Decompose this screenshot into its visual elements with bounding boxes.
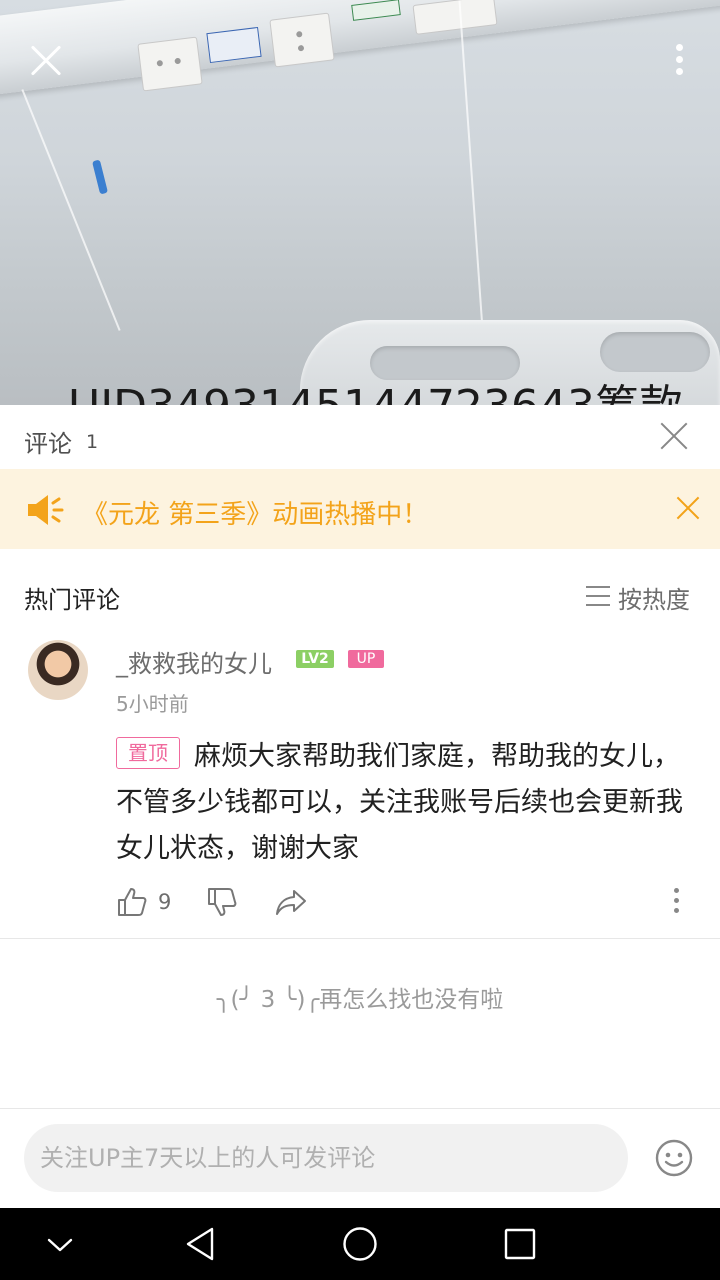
video-player[interactable]: UID3493145144723643筹款 — [0, 0, 720, 405]
up-badge: UP — [348, 650, 384, 668]
home-icon[interactable] — [342, 1226, 378, 1262]
avatar[interactable] — [28, 640, 88, 700]
iv-clamp — [92, 159, 108, 195]
back-icon[interactable] — [184, 1226, 216, 1262]
comment-panel-header — [0, 405, 720, 469]
thumbs-up-icon[interactable] — [116, 886, 148, 918]
comment-more-icon[interactable] — [672, 888, 680, 918]
close-icon[interactable] — [26, 40, 66, 80]
comment-time: 5小时前 — [116, 692, 189, 716]
hot-comments-title: 热门评论 — [24, 586, 120, 614]
comment-title: 评论 — [24, 430, 72, 458]
sort-button[interactable]: 按热度 — [618, 580, 690, 615]
comment-text: 麻烦大家帮助我们家庭，帮助我的女儿，不管多少钱都可以，关注我账号后续也会更新我女… — [116, 741, 683, 864]
emoji-icon[interactable] — [654, 1138, 694, 1178]
comment-username[interactable]: _救救我的女儿 — [116, 644, 272, 679]
video-watermark: UID3493145144723643筹款 — [68, 370, 683, 405]
speaker-icon — [28, 495, 64, 525]
more-vertical-icon[interactable] — [674, 44, 684, 78]
comment-input[interactable] — [24, 1124, 628, 1192]
level-badge: LV2 — [296, 650, 334, 668]
wall-socket — [137, 36, 203, 92]
like-count: 9 — [158, 890, 172, 914]
wall-socket — [269, 12, 335, 68]
chevron-down-icon[interactable] — [46, 1236, 74, 1254]
comment-count: 1 — [86, 431, 99, 453]
recents-icon[interactable] — [504, 1228, 536, 1260]
divider — [0, 938, 720, 939]
system-nav-bar — [0, 1208, 720, 1280]
iv-tube — [458, 0, 484, 330]
share-icon[interactable] — [274, 886, 308, 918]
sort-list-icon[interactable] — [586, 586, 610, 606]
close-comments-icon[interactable] — [660, 422, 688, 450]
pinned-badge: 置顶 — [116, 737, 180, 769]
divider — [0, 1108, 720, 1109]
end-of-list-message: ╮(╯ 3 ╰)╭再怎么找也没有啦 — [216, 987, 504, 1013]
close-banner-icon[interactable] — [676, 496, 700, 520]
banner-text[interactable]: 《元龙 第三季》动画热播中！ — [82, 494, 428, 531]
thumbs-down-icon[interactable] — [206, 886, 238, 918]
wall-sign — [206, 26, 262, 64]
iv-tube — [21, 89, 121, 331]
